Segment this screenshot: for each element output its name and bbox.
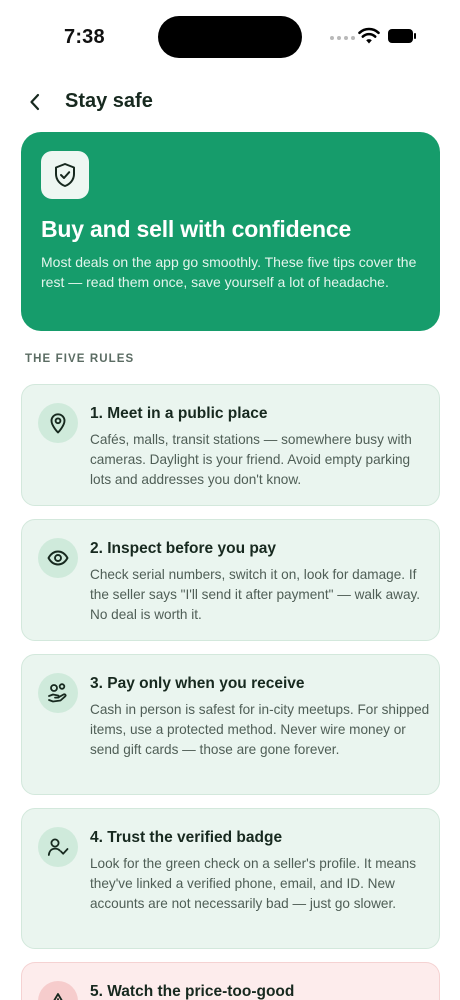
battery-icon bbox=[388, 29, 416, 43]
status-bar: 7:38 bbox=[0, 0, 460, 74]
rule-description: Cash in person is safest for in-city mee… bbox=[90, 702, 430, 757]
rule-card-too-good[interactable]: 5. Watch the price-too-good bbox=[21, 962, 440, 1000]
rule-description: Check serial numbers, switch it on, look… bbox=[90, 567, 421, 622]
dynamic-island bbox=[158, 16, 302, 58]
hand-money-icon bbox=[38, 673, 78, 713]
rule-title: 1. Meet in a public place bbox=[90, 405, 268, 422]
section-label: THE FIVE RULES bbox=[25, 353, 135, 365]
rule-card-inspect[interactable]: 2. Inspect before you pay Check serial n… bbox=[21, 519, 440, 641]
nav-bar: Stay safe bbox=[0, 84, 460, 120]
chevron-left-icon bbox=[30, 93, 40, 111]
rule-card-public-place[interactable]: 1. Meet in a public place Cafés, malls, … bbox=[21, 384, 440, 506]
hero-title: Buy and sell with confidence bbox=[41, 216, 352, 242]
location-pin-icon bbox=[38, 403, 78, 443]
page-title: Stay safe bbox=[65, 90, 153, 112]
warning-triangle-icon bbox=[38, 981, 78, 1000]
cellular-signal-icon bbox=[330, 36, 355, 40]
wifi-icon bbox=[358, 27, 380, 44]
back-button[interactable] bbox=[24, 90, 46, 114]
status-time: 7:38 bbox=[64, 26, 105, 48]
shield-check-icon bbox=[41, 151, 89, 199]
rule-title: 3. Pay only when you receive bbox=[90, 675, 305, 692]
rule-description: Cafés, malls, transit stations — somewhe… bbox=[90, 432, 412, 487]
user-check-icon bbox=[38, 827, 78, 867]
rule-title: 2. Inspect before you pay bbox=[90, 540, 277, 557]
rule-card-pay-on-receive[interactable]: 3. Pay only when you receive Cash in per… bbox=[21, 654, 440, 795]
rule-card-verified-badge[interactable]: 4. Trust the verified badge Look for the… bbox=[21, 808, 440, 949]
rule-title: 5. Watch the price-too-good bbox=[90, 983, 295, 1000]
rule-title: 4. Trust the verified badge bbox=[90, 829, 283, 846]
rule-description: Look for the green check on a seller's p… bbox=[90, 856, 416, 911]
hero-card: Buy and sell with confidence Most deals … bbox=[21, 132, 440, 331]
eye-icon bbox=[38, 538, 78, 578]
hero-description: Most deals on the app go smoothly. These… bbox=[41, 254, 417, 290]
